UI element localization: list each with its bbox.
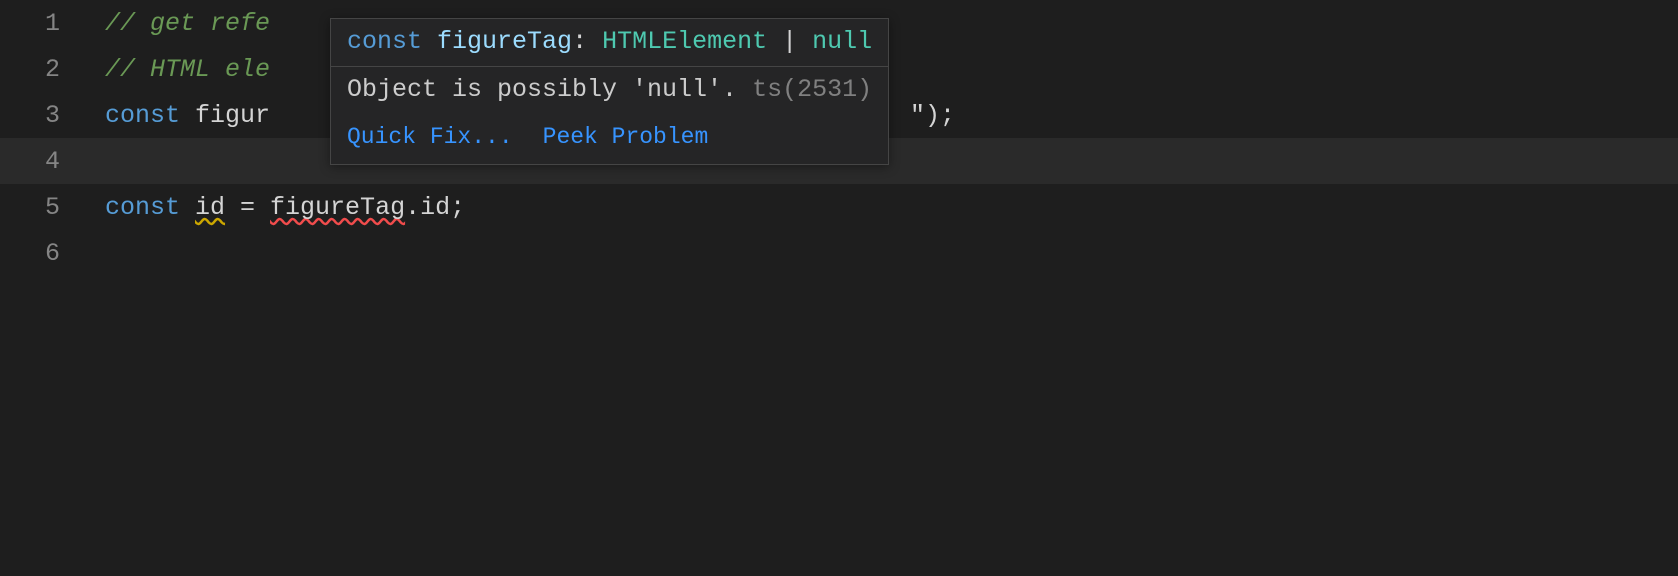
- peek-problem-link[interactable]: Peek Problem: [543, 124, 709, 150]
- line-number: 1: [0, 9, 90, 38]
- comment-text: // get refe: [105, 9, 270, 38]
- hover-error-message: Object is possibly 'null'.: [347, 75, 737, 104]
- sig-keyword: const: [347, 27, 422, 56]
- semicolon: ;: [450, 193, 465, 222]
- dot: .: [405, 193, 420, 222]
- sig-pipe: |: [782, 27, 797, 56]
- variable-figuretag: figureTag: [270, 193, 405, 222]
- code-editor[interactable]: 1 // get refe 2 // HTML ele 3 const figu…: [0, 0, 1678, 576]
- keyword-const: const: [105, 193, 195, 222]
- hover-actions: Quick Fix... Peek Problem: [331, 114, 888, 164]
- line-number: 3: [0, 101, 90, 130]
- keyword-const: const: [105, 101, 195, 130]
- line-number: 6: [0, 239, 90, 268]
- code-tail: ");: [910, 101, 955, 130]
- sig-null: null: [812, 27, 872, 56]
- code-line[interactable]: 6: [0, 230, 1678, 276]
- hover-tooltip[interactable]: const figureTag: HTMLElement | null Obje…: [330, 18, 889, 165]
- sig-type: HTMLElement: [602, 27, 767, 56]
- line-number: 2: [0, 55, 90, 84]
- line-number: 4: [0, 147, 90, 176]
- hover-error-source: ts(2531): [737, 75, 872, 104]
- hover-signature: const figureTag: HTMLElement | null: [331, 19, 888, 67]
- sig-colon: :: [572, 27, 587, 56]
- variable-id: id: [195, 193, 225, 222]
- code-line[interactable]: 5 const id = figureTag.id;: [0, 184, 1678, 230]
- comment-text: // HTML ele: [105, 55, 270, 84]
- quick-fix-link[interactable]: Quick Fix...: [347, 124, 513, 150]
- sig-name: figureTag: [437, 27, 572, 56]
- hover-message-row: Object is possibly 'null'. ts(2531): [331, 67, 888, 114]
- equals: =: [225, 193, 270, 222]
- property-id: id: [420, 193, 450, 222]
- line-number: 5: [0, 193, 90, 222]
- variable-name: figur: [195, 101, 270, 130]
